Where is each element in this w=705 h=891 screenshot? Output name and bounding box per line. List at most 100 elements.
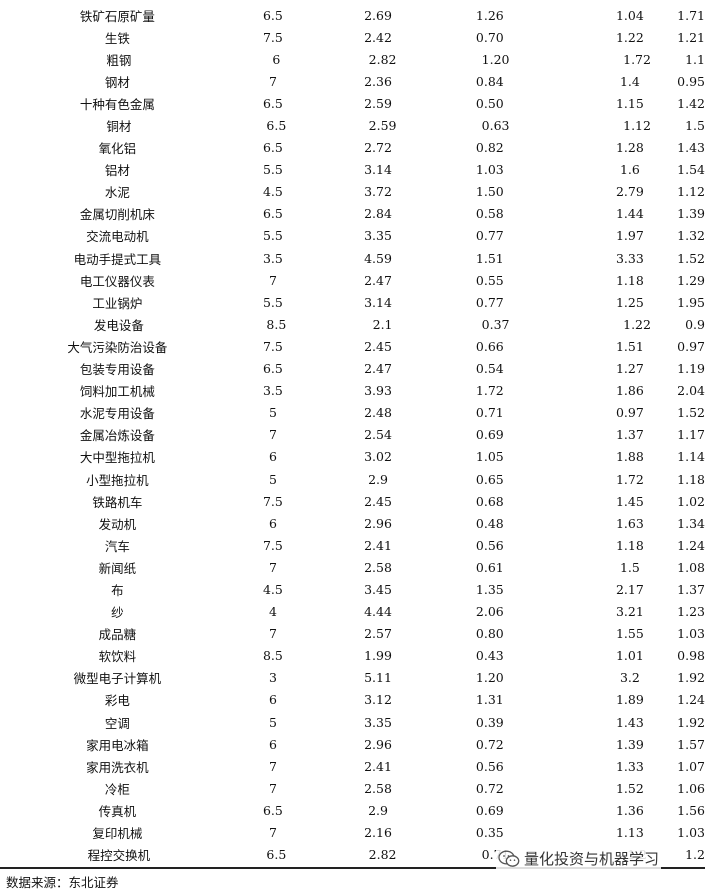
row-label: 发动机 [98,516,137,532]
table-cell: 5 [268,714,277,730]
table-cell: 1.06 [677,780,705,796]
table-cell: 1.56 [677,802,705,818]
table-cell: 1.4 [619,73,640,89]
table-cell: 5.5 [262,294,283,310]
table-cell: 1.37 [677,581,705,597]
table-cell: 2.9 [368,471,388,487]
table-cell: 1.72 [615,471,644,487]
table-cell: 1.35 [475,581,504,597]
table-cell: 1.22 [623,316,651,332]
row-label: 大中型拖拉机 [79,450,155,466]
table-row: 空调 5 3.35 0.39 1.43 1.92 [0,711,705,733]
table-row: 交流电动机 5.5 3.35 0.77 1.97 1.32 [0,225,705,247]
table-cell: 4.5 [262,184,283,200]
table-cell: 3.12 [364,692,392,708]
table-row: 新闻纸 7 2.58 0.61 1.5 1.08 [0,556,705,578]
row-label: 成品糖 [98,627,137,643]
table-row: 粗钢 6 2.82 1.20 1.72 1.1 [0,48,705,70]
table-cell: 2.84 [364,206,392,222]
table-cell: 0.97 [615,405,644,421]
row-label: 粗钢 [106,52,132,68]
table-cell: 3.14 [364,294,392,310]
table-cell: 7 [268,780,277,796]
table-row: 水泥专用设备 5 2.48 0.71 0.97 1.52 [0,402,705,424]
table-cell: 2.58 [364,559,392,575]
table-cell: 6 [272,51,281,67]
table-row: 电工仪器仪表 7 2.47 0.55 1.18 1.29 [0,269,705,291]
table-cell: 5 [268,471,277,487]
table-cell: 3.45 [364,581,392,597]
table-row: 十种有色金属 6.5 2.59 0.50 1.15 1.42 [0,92,705,114]
table-cell: 7 [268,825,277,841]
table-cell: 2.96 [364,515,392,531]
table-cell: 1.52 [677,405,705,421]
table-cell: 7 [268,758,277,774]
table-row: 微型电子计算机 3 5.11 1.20 3.2 1.92 [0,667,705,689]
table-cell: 1.5 [685,118,705,134]
table-cell: 1.72 [623,51,651,67]
table-cell: 1.5 [619,559,640,575]
table-row: 饲料加工机械 3.5 3.93 1.72 1.86 2.04 [0,380,705,402]
table-cell: 1.52 [615,780,644,796]
table-cell: 6.5 [262,802,283,818]
table-row: 工业锅炉 5.5 3.14 0.77 1.25 1.95 [0,291,705,313]
table-cell: 3 [268,670,277,686]
table-cell: 0.66 [475,338,504,354]
row-label: 工业锅炉 [92,295,143,311]
table-cell: 0.97 [677,338,705,354]
table-cell: 1.05 [475,449,504,465]
row-label: 电动手提式工具 [73,251,162,267]
table-cell: 1.17 [677,427,705,443]
table-cell: 3.72 [364,184,392,200]
table-cell: 0.56 [475,537,504,553]
table-cell: 1.19 [677,361,705,377]
table-cell: 6 [268,692,277,708]
table-row: 复印机械 7 2.16 0.35 1.13 1.03 [0,821,705,843]
table-cell: 2.48 [364,405,392,421]
table-cell: 1.04 [615,7,644,23]
table-cell: 2.54 [364,427,392,443]
table-cell: 1.99 [364,648,392,664]
table-cell: 0.77 [475,294,504,310]
table-cell: 1.50 [475,184,504,200]
table-cell: 2.82 [368,847,397,863]
table-cell: 1.03 [677,825,705,841]
table-cell: 8.5 [266,316,287,332]
row-label: 钢材 [104,74,130,90]
table-cell: 1.18 [677,471,705,487]
table-cell: 6.5 [262,140,283,156]
wechat-icon [498,850,520,867]
table-row: 水泥 4.5 3.72 1.50 2.79 1.12 [0,181,705,203]
table-cell: 1.72 [475,383,504,399]
table-cell: 0.43 [475,648,504,664]
table-cell: 2.04 [677,383,705,399]
table-cell: 1.34 [677,515,705,531]
table-row: 软饮料 8.5 1.99 0.43 1.01 0.98 [0,645,705,667]
row-label: 空调 [104,715,130,731]
table-cell: 0.68 [475,493,504,509]
table-cell: 2.59 [364,95,392,111]
table-row: 家用电冰箱 6 2.96 0.72 1.39 1.57 [0,733,705,755]
table-cell: 1.36 [615,802,644,818]
table-cell: 1.95 [677,294,705,310]
table-cell: 1.43 [615,714,644,730]
table-cell: 5.5 [262,162,283,178]
table-cell: 0.48 [475,515,504,531]
table-cell: 1.20 [481,51,510,67]
table-cell: 0.54 [475,361,504,377]
row-label: 小型拖拉机 [86,472,149,488]
table-cell: 2.06 [475,604,504,620]
row-label: 程控交换机 [87,848,151,864]
table-cell: 7 [268,73,277,89]
table-row: 铜材 6.5 2.59 0.63 1.12 1.5 [0,114,705,136]
table-cell: 0.39 [475,714,504,730]
table-cell: 0.70 [475,29,504,45]
row-label: 家用电冰箱 [86,737,149,753]
table-cell: 6 [268,736,277,752]
table-cell: 6.5 [266,847,287,863]
table-cell: 1.07 [677,758,705,774]
table-cell: 2.41 [364,537,392,553]
table-cell: 6 [268,515,277,531]
table-cell: 6.5 [266,118,287,134]
table-row: 传真机 6.5 2.9 0.69 1.36 1.56 [0,799,705,821]
